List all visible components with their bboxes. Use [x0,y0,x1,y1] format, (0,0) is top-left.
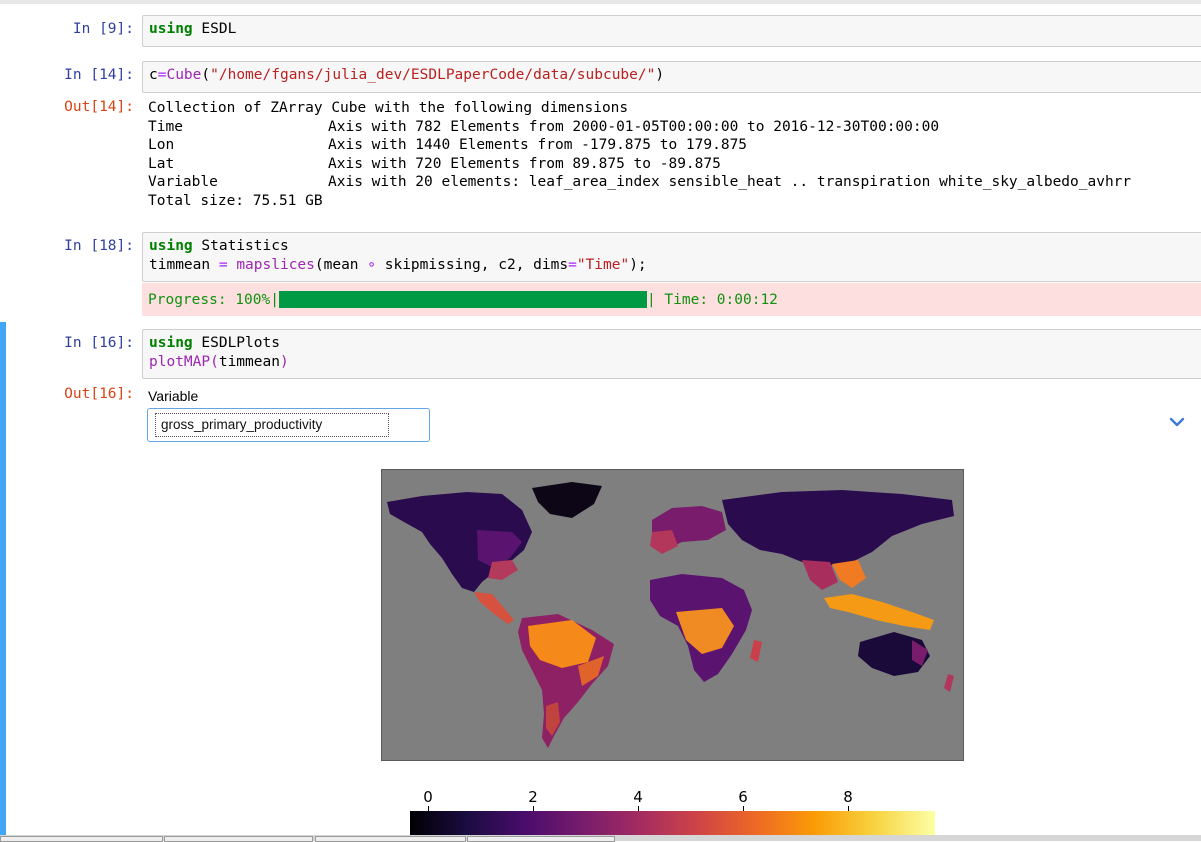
code-text: Statistics [192,238,289,254]
variable-dropdown[interactable]: gross_primary_productivity [147,408,430,442]
colorbar-tick-label: 2 [528,788,538,806]
colorbar-tick-label: 4 [633,788,643,806]
code-variable: timmean [149,257,219,273]
progress-time: Time: 0:00:12 [655,291,778,308]
dimension-name: Lat [148,155,175,172]
code-cell-16[interactable]: using ESDLPlots plotMAP(timmean) [142,329,1201,379]
code-text: (mean [314,257,368,273]
code-text: ); [629,257,647,273]
asia [722,490,954,566]
output-header: Collection of ZArray Cube with the follo… [148,100,629,116]
code-paren: ) [279,354,289,370]
colorbar-tick-label: 8 [843,788,853,806]
progress-pipe: | [646,291,656,308]
code-text: skipmissing, c2, dims [376,257,569,273]
keyword: using [149,21,193,37]
dimension-desc: Axis with 1440 Elements from -179.875 to… [328,137,748,153]
taskbar-item[interactable] [164,836,313,842]
input-prompt: In [9]: [72,21,134,37]
top-border [0,0,1201,4]
dimension-row: Time Axis with 782 Elements from 2000-01-… [148,118,1131,137]
taskbar-item[interactable] [315,836,466,842]
progress-output: Progress: 100%| | Time: 0:00:12 [142,283,1201,316]
dimension-name: Variable [148,174,218,190]
variable-label: Variable [148,388,199,404]
taskbar-item[interactable] [467,836,615,842]
input-prompt: In [18]: [64,238,134,254]
colorbar-tick-label: 6 [738,788,748,806]
maritime-asia [824,594,934,630]
cube-output: Collection of ZArray Cube with the follo… [148,99,1131,210]
code-paren: ) [655,67,665,83]
code-text: ESDL [192,21,237,37]
keyword: using [149,335,193,351]
code-function: plotMAP [149,354,211,370]
dimension-name: Lon [148,137,175,153]
southeast-asia [832,560,866,588]
code-operator: = [568,257,577,273]
code-variable: timmean [218,354,280,370]
output-prompt: Out[14]: [64,99,134,115]
madagascar [750,640,762,662]
code-function: mapslices [236,257,315,273]
dimension-desc: Axis with 720 Elements from 89.875 to -8… [328,155,721,172]
code-text: ESDLPlots [192,335,280,351]
code-variable: c [149,67,158,83]
code-paren: ( [201,67,211,83]
progress-bar [278,291,647,308]
dimension-row: Variable Axis with 20 elements: leaf_area… [148,173,1131,192]
taskbar-item[interactable] [0,836,163,842]
new-zealand [944,674,954,692]
input-prompt: In [16]: [64,335,134,351]
compose-operator: ∘ [367,257,377,273]
central-america [474,592,514,624]
code-cell-18[interactable]: using Statistics timmean = mapslices(mea… [142,232,1201,282]
output-prompt: Out[16]: [64,386,134,402]
dimension-row: Lat Axis with 720 Elements from 89.875 to… [148,155,1131,174]
north-america-southeast [488,560,518,580]
dimension-row: Lon Axis with 1440 Elements from -179.875… [148,136,1131,155]
dropdown-selected-value: gross_primary_productivity [155,413,389,437]
code-operator: = [218,257,228,273]
code-cell-9[interactable]: using ESDL [142,15,1201,47]
dimension-name: Time [148,118,183,135]
code-string: "/home/fgans/julia_dev/ESDLPaperCode/dat… [210,67,656,83]
world-map [381,469,964,761]
code-cell-14[interactable]: c=Cube("/home/fgans/julia_dev/ESDLPaperC… [142,61,1201,93]
keyword: using [149,238,193,254]
code-paren: ( [210,354,219,370]
total-size: Total size: 75.51 GB [148,192,323,209]
progress-label: Progress: 100%| [148,291,279,308]
greenland [532,482,602,518]
dimension-desc: Axis with 20 elements: leaf_area_index s… [328,174,1132,190]
code-string: "Time" [576,257,630,273]
colorbar [410,811,935,835]
colorbar-tick-label: 0 [423,788,433,806]
chevron-down-icon[interactable] [1167,412,1187,432]
dimension-desc: Axis with 782 Elements from 2000-01-05T0… [328,118,940,135]
input-prompt: In [14]: [64,67,134,83]
code-function: Cube [166,67,202,83]
